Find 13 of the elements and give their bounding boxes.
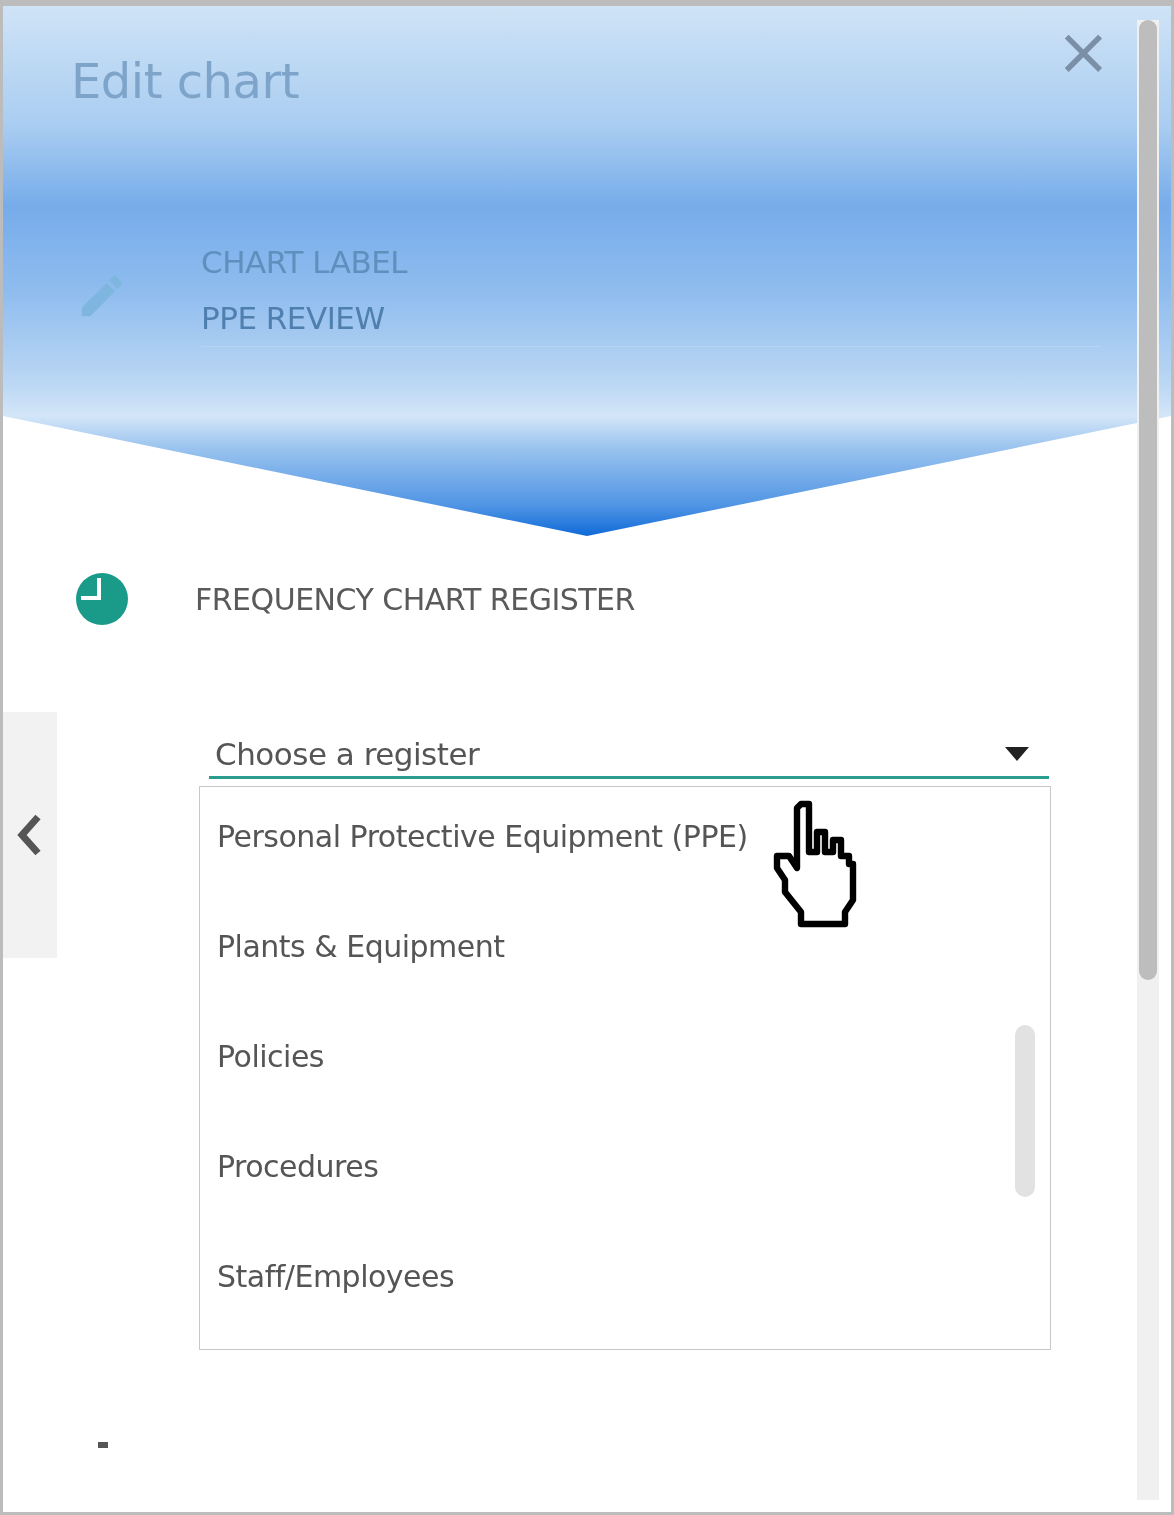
scrollbar-thumb[interactable]	[1015, 1025, 1035, 1197]
dropdown-option[interactable]: Procedures	[217, 1145, 1050, 1255]
caret-icon	[1005, 747, 1029, 761]
dropdown-option[interactable]: Staff/Employees	[217, 1255, 1050, 1365]
dialog-title: Edit chart	[71, 53, 299, 109]
pie-chart-icon	[75, 572, 129, 626]
dropdown-option[interactable]: Policies	[217, 1035, 1050, 1145]
register-select[interactable]: Choose a register	[209, 736, 1049, 779]
collapse-tab[interactable]	[3, 712, 57, 958]
dash-icon	[98, 1442, 108, 1448]
section-title: FREQUENCY CHART REGISTER	[195, 581, 635, 617]
dropdown-option[interactable]: Personal Protective Equipment (PPE)	[217, 815, 1050, 925]
dropdown-option[interactable]: Plants & Equipment	[217, 925, 1050, 1035]
